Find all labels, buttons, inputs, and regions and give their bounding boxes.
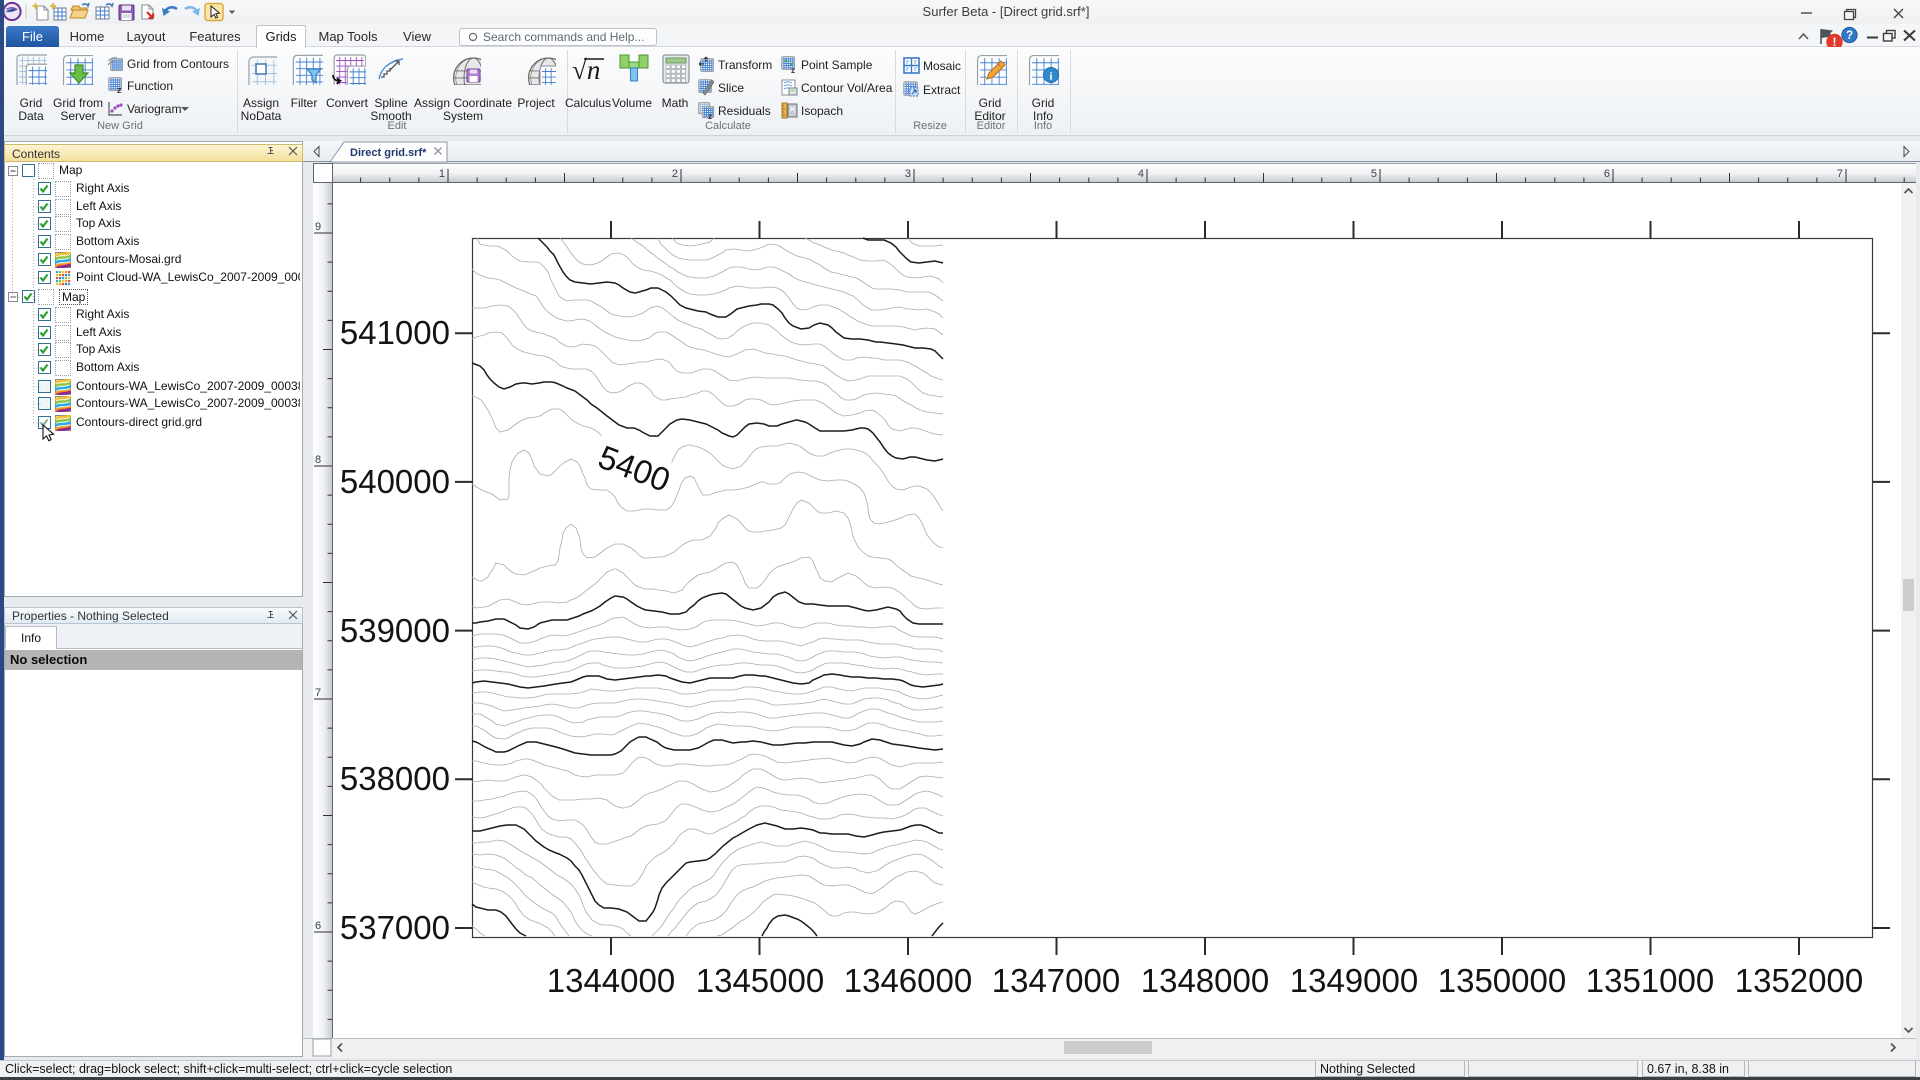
svg-text:1: 1 (439, 168, 445, 180)
svg-text:1345000: 1345000 (696, 962, 824, 999)
svg-text:5: 5 (1371, 168, 1377, 180)
svg-text:1351000: 1351000 (1586, 962, 1714, 999)
svg-text:9: 9 (315, 221, 321, 233)
svg-text:1348000: 1348000 (1141, 962, 1269, 999)
svg-text:i: i (1049, 71, 1052, 83)
svg-text:2: 2 (672, 168, 678, 180)
svg-text:8: 8 (315, 454, 321, 466)
svg-text:1344000: 1344000 (547, 962, 675, 999)
svg-text:7: 7 (1837, 168, 1843, 180)
svg-text:539000: 539000 (340, 612, 450, 649)
svg-text:541000: 541000 (340, 314, 450, 351)
svg-text:1346000: 1346000 (844, 962, 972, 999)
svg-text:537000: 537000 (340, 909, 450, 946)
svg-text:1352000: 1352000 (1735, 962, 1863, 999)
svg-text:3: 3 (905, 168, 911, 180)
svg-text:1350000: 1350000 (1438, 962, 1566, 999)
svg-text:z: z (117, 85, 122, 94)
svg-text:z: z (791, 66, 795, 73)
svg-text:!: ! (1833, 35, 1837, 47)
svg-text:6: 6 (315, 920, 321, 932)
svg-text:4: 4 (1138, 168, 1144, 180)
svg-text:1349000: 1349000 (1290, 962, 1418, 999)
svg-text:6: 6 (1604, 168, 1610, 180)
svg-text:z: z (708, 112, 712, 119)
svg-text:?: ? (1846, 30, 1853, 42)
svg-text:538000: 538000 (340, 760, 450, 797)
svg-text:1347000: 1347000 (992, 962, 1120, 999)
svg-text:7: 7 (315, 687, 321, 699)
svg-text:540000: 540000 (340, 463, 450, 500)
svg-text:Direct grid.srf*: Direct grid.srf* (350, 147, 427, 159)
